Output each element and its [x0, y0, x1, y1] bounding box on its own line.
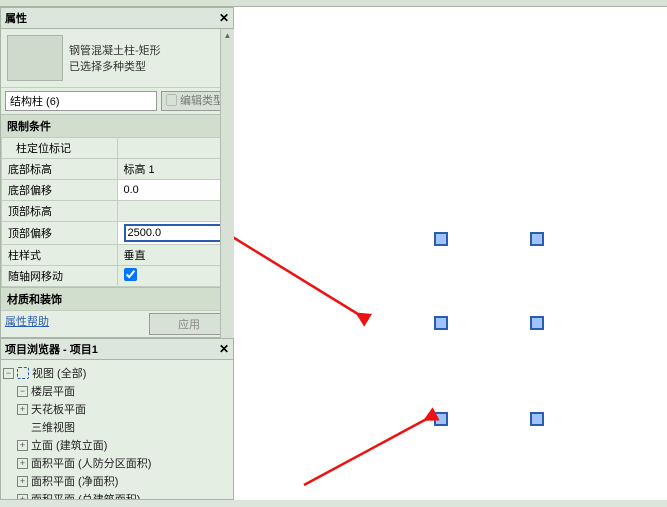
category-select[interactable] [5, 91, 157, 111]
props-footer: 属性帮助 应用 [1, 310, 233, 337]
group-constraints[interactable]: 限制条件 ⌃ [1, 114, 233, 137]
type-sub: 已选择多种类型 [69, 58, 227, 74]
tree-node[interactable]: +立面 (建筑立面) [17, 436, 231, 454]
close-icon[interactable]: ✕ [219, 11, 229, 25]
row-col-style: 柱样式垂直 [2, 245, 233, 266]
tree-node[interactable]: +面积平面 (净面积) [17, 472, 231, 490]
tree-node[interactable]: +面积平面 (总建筑面积) [17, 490, 231, 500]
properties-header[interactable]: 属性 ✕ [0, 7, 234, 29]
row-follow-grid: 随轴网移动 [2, 266, 233, 287]
tree-root-views[interactable]: − 视图 (全部) [3, 364, 231, 382]
row-base-level: 底部标高标高 1 [2, 159, 233, 180]
column-instance[interactable] [530, 412, 544, 426]
type-selector[interactable]: 钢管混凝土柱-矩形 已选择多种类型 [1, 29, 233, 87]
tree-node[interactable]: +面积平面 (人防分区面积) [17, 454, 231, 472]
browser-title: 项目浏览器 - 项目1 [5, 341, 98, 357]
properties-panel: 钢管混凝土柱-矩形 已选择多种类型 ▢ 编辑类型 限制条件 ⌃ 柱定位标记 底部… [0, 29, 234, 338]
type-name: 钢管混凝土柱-矩形 [69, 42, 227, 58]
tree-node[interactable]: −楼层平面 [17, 382, 231, 400]
row-top-offset: 顶部偏移 [2, 222, 233, 245]
follow-grid-checkbox[interactable] [124, 268, 137, 281]
plus-icon[interactable]: + [17, 476, 28, 487]
annotation-arrows [234, 7, 664, 507]
close-icon[interactable]: ✕ [219, 342, 229, 356]
properties-title: 属性 [5, 10, 27, 26]
tree-node[interactable]: +天花板平面 [17, 400, 231, 418]
plus-icon[interactable]: + [17, 494, 28, 501]
column-instance[interactable] [530, 316, 544, 330]
row-loc-mark: 柱定位标记 [2, 138, 233, 159]
plus-icon[interactable]: + [17, 440, 28, 451]
edit-type-button[interactable]: ▢ 编辑类型 [161, 91, 229, 111]
type-info: 钢管混凝土柱-矩形 已选择多种类型 [69, 42, 227, 74]
minus-icon[interactable]: − [17, 386, 28, 397]
plus-icon[interactable]: + [17, 404, 28, 415]
minus-icon[interactable]: − [3, 368, 14, 379]
browser-header[interactable]: 项目浏览器 - 项目1 ✕ [0, 338, 234, 360]
views-icon [17, 367, 29, 379]
tree-node[interactable]: 三维视图 [31, 418, 231, 436]
left-panel-column: 属性 ✕ 钢管混凝土柱-矩形 已选择多种类型 ▢ 编辑类型 限制条件 ⌃ 柱定位… [0, 7, 234, 500]
constraints-table: 柱定位标记 底部标高标高 1 底部偏移0.0 顶部标高 顶部偏移 柱样式垂直 随… [1, 137, 233, 287]
type-thumbnail [7, 35, 63, 81]
top-offset-input[interactable] [124, 224, 227, 242]
column-instance[interactable] [530, 232, 544, 246]
group-material[interactable]: 材质和装饰 ⌃ [1, 287, 233, 310]
column-instance[interactable] [434, 316, 448, 330]
apply-button[interactable]: 应用 [149, 313, 229, 335]
tree: − 视图 (全部) −楼层平面 +天花板平面 三维视图 +立面 (建筑立面) +… [1, 360, 233, 500]
top-ribbon [0, 0, 667, 7]
drawing-canvas[interactable] [234, 7, 667, 500]
column-instance[interactable] [434, 412, 448, 426]
plus-icon[interactable]: + [17, 458, 28, 469]
row-top-level: 顶部标高 [2, 201, 233, 222]
project-browser: − 视图 (全部) −楼层平面 +天花板平面 三维视图 +立面 (建筑立面) +… [0, 360, 234, 500]
props-help-link[interactable]: 属性帮助 [5, 313, 49, 335]
column-instance[interactable] [434, 232, 448, 246]
scrollbar[interactable] [220, 29, 234, 338]
row-base-offset: 底部偏移0.0 [2, 180, 233, 201]
